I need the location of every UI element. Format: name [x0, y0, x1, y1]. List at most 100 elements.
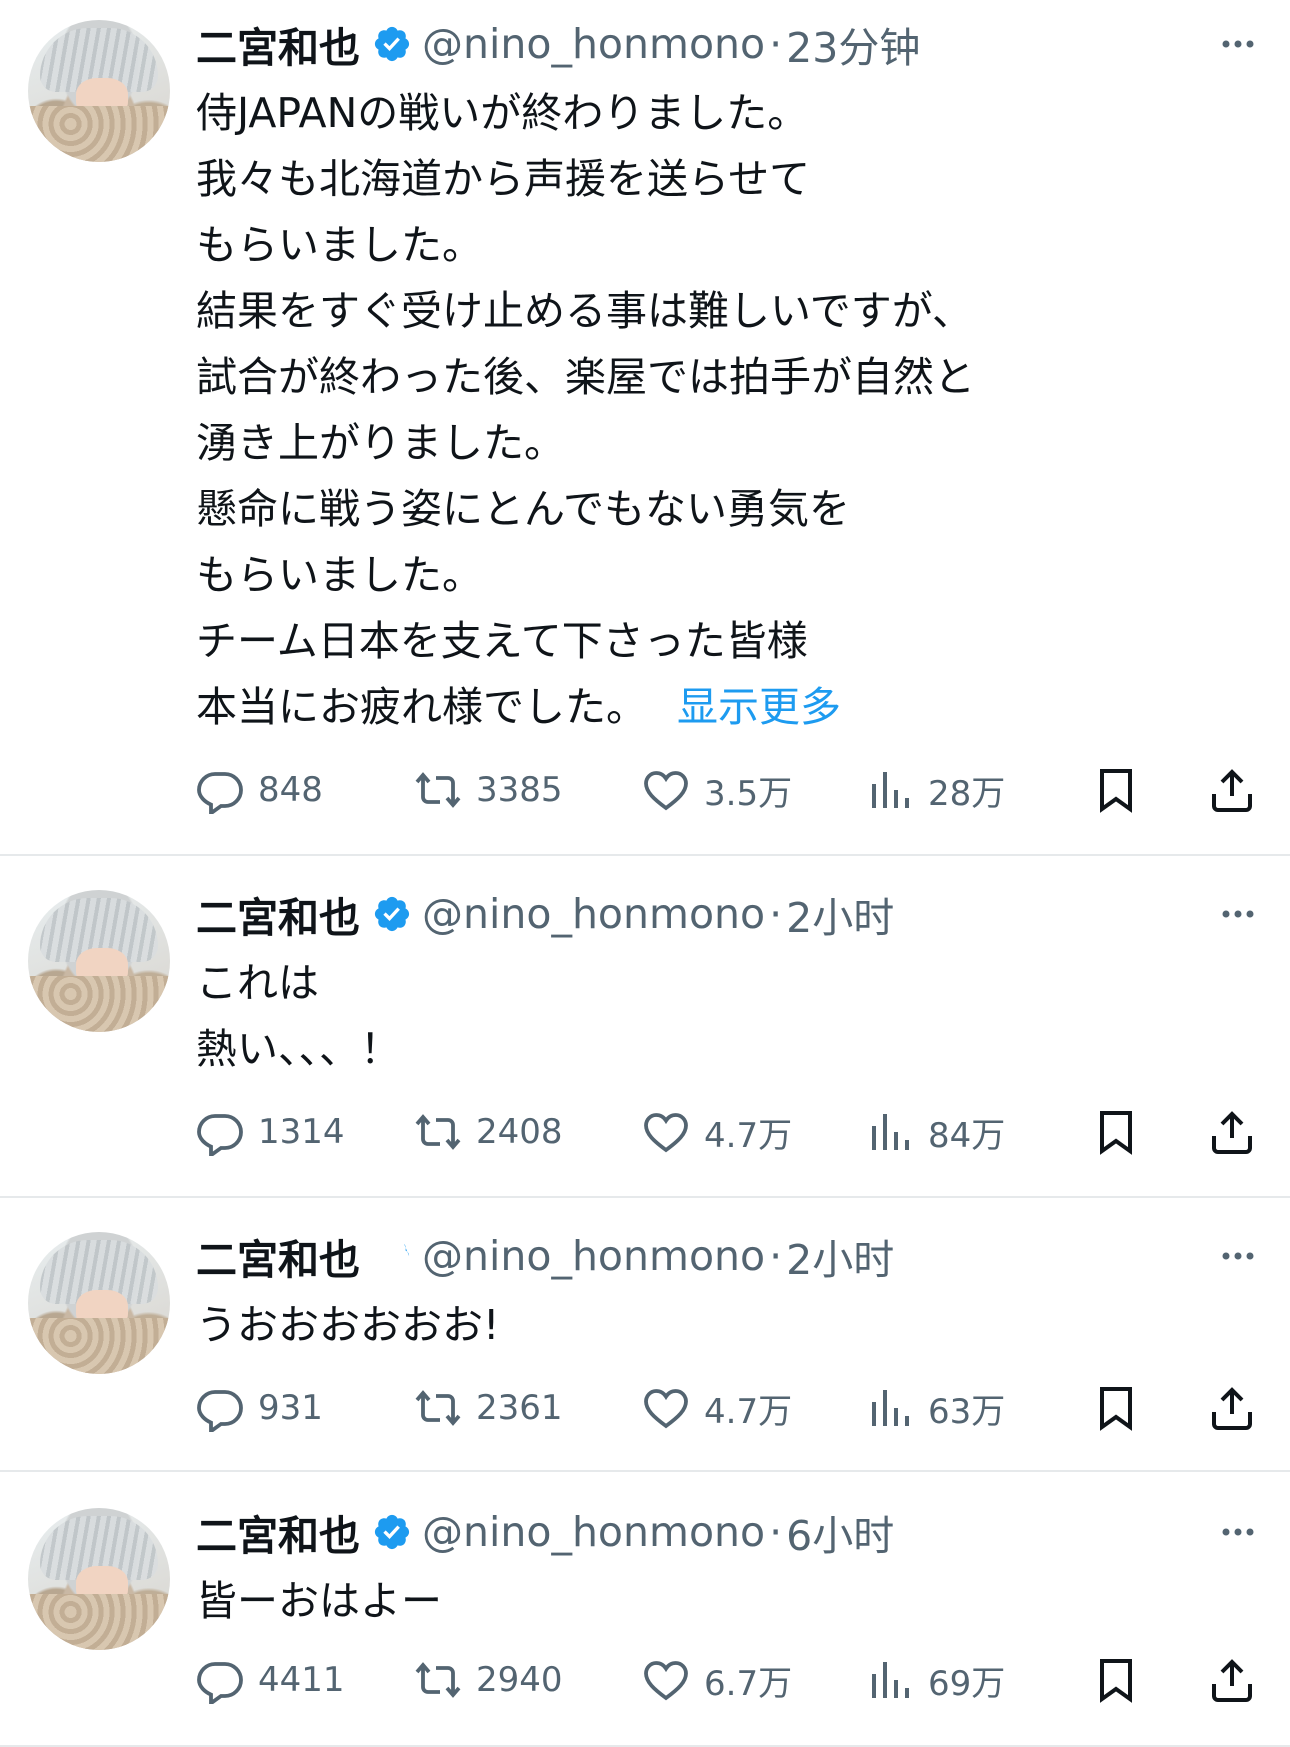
- tweet[interactable]: 二宮和也 @nino_honmono · 6小时 皆ーおはよー 4411 294…: [0, 1472, 1290, 1747]
- retweet-button[interactable]: 2940: [414, 1650, 563, 1710]
- separator-dot: ·: [769, 890, 783, 938]
- tweet-text-block: 侍JAPANの戦いが終わりました。 我々も北海道から声援を送らせて もらいました…: [196, 80, 975, 740]
- share-button[interactable]: [1208, 1378, 1256, 1438]
- avatar[interactable]: [28, 20, 170, 162]
- author-handle[interactable]: @nino_honmono: [422, 890, 765, 938]
- views-button[interactable]: 69万: [866, 1650, 1005, 1710]
- share-button[interactable]: [1208, 760, 1256, 820]
- share-icon: [1212, 1387, 1252, 1430]
- more-dots-icon[interactable]: [1214, 1512, 1262, 1552]
- tweet[interactable]: 二宮和也 @nino_honmono · 2小时 うおおおおおお! 931 23…: [0, 1198, 1290, 1472]
- reply-button[interactable]: 848: [196, 760, 323, 820]
- bookmark-icon: [1100, 769, 1132, 813]
- author-handle[interactable]: @nino_honmono: [422, 1232, 765, 1280]
- more-dots-icon[interactable]: [1214, 24, 1262, 64]
- share-icon: [1212, 769, 1252, 812]
- tweet-actions: 4411 2940 6.7万 69万: [196, 1650, 1256, 1710]
- timestamp[interactable]: 2小时: [786, 1226, 894, 1286]
- avatar[interactable]: [28, 890, 170, 1032]
- reply-button[interactable]: 931: [196, 1378, 323, 1438]
- verified-badge-icon: [374, 896, 410, 932]
- like-count: 4.7万: [704, 1115, 793, 1156]
- retweet-icon: [415, 1390, 461, 1426]
- author-name[interactable]: 二宮和也: [196, 884, 360, 944]
- heart-icon: [644, 1113, 688, 1153]
- retweet-count: 2361: [476, 1388, 563, 1428]
- bookmark-button[interactable]: [1092, 1102, 1140, 1162]
- reply-icon: [197, 1662, 243, 1704]
- views-button[interactable]: 28万: [866, 760, 1005, 820]
- views-count: 84万: [928, 1115, 1006, 1156]
- like-button[interactable]: 4.7万: [642, 1102, 792, 1162]
- share-button[interactable]: [1208, 1102, 1256, 1162]
- retweet-icon: [415, 772, 461, 808]
- timestamp[interactable]: 2小时: [786, 884, 894, 944]
- tweet-feed: 二宮和也 @nino_honmono · 23分钟 侍JAPANの戦いが終わりま…: [0, 0, 1290, 1747]
- avatar[interactable]: [28, 1232, 170, 1374]
- like-button[interactable]: 3.5万: [642, 760, 792, 820]
- retweet-icon: [415, 1662, 461, 1698]
- retweet-button[interactable]: 3385: [414, 760, 563, 820]
- heart-icon: [644, 1389, 688, 1429]
- tweet-actions: 931 2361 4.7万 63万: [196, 1378, 1256, 1438]
- tweet[interactable]: 二宮和也 @nino_honmono · 23分钟 侍JAPANの戦いが終わりま…: [0, 0, 1290, 856]
- like-button[interactable]: 4.7万: [642, 1378, 792, 1438]
- reply-count: 4411: [258, 1660, 345, 1700]
- views-icon: [872, 772, 909, 808]
- retweet-icon: [415, 1114, 461, 1150]
- tweet-text: 皆ーおはよー: [196, 1577, 442, 1625]
- bookmark-icon: [1100, 1111, 1132, 1155]
- more-dots-icon[interactable]: [1214, 894, 1262, 934]
- views-count: 63万: [928, 1391, 1006, 1432]
- tweet-text: うおおおおおお!: [196, 1301, 500, 1349]
- tweet[interactable]: 二宮和也 @nino_honmono · 2小时 これは 熱い、、、！ 1314…: [0, 856, 1290, 1198]
- author-name[interactable]: 二宮和也: [196, 1226, 360, 1286]
- retweet-button[interactable]: 2361: [414, 1378, 563, 1438]
- author-handle[interactable]: @nino_honmono: [422, 20, 765, 68]
- reply-button[interactable]: 4411: [196, 1650, 345, 1710]
- tweet-actions: 848 3385 3.5万 28万: [196, 760, 1256, 820]
- separator-dot: ·: [769, 1508, 783, 1556]
- share-icon: [1212, 1659, 1252, 1702]
- verified-badge-icon: [374, 26, 410, 62]
- like-count: 4.7万: [704, 1391, 793, 1432]
- verified-badge-icon: [374, 1514, 410, 1550]
- retweet-count: 2940: [476, 1660, 563, 1700]
- views-icon: [872, 1662, 909, 1698]
- views-icon: [872, 1390, 909, 1426]
- reply-icon: [197, 1390, 243, 1432]
- tweet-text: これは 熱い、、、！: [196, 959, 401, 1073]
- reply-button[interactable]: 1314: [196, 1102, 345, 1162]
- reply-icon: [197, 1114, 243, 1156]
- more-dots-icon[interactable]: [1214, 1236, 1262, 1276]
- bookmark-button[interactable]: [1092, 1378, 1140, 1438]
- retweet-count: 3385: [476, 770, 563, 810]
- timestamp[interactable]: 6小时: [786, 1502, 894, 1562]
- bookmark-icon: [1100, 1659, 1132, 1703]
- share-button[interactable]: [1208, 1650, 1256, 1710]
- bookmark-button[interactable]: [1092, 760, 1140, 820]
- views-button[interactable]: 63万: [866, 1378, 1005, 1438]
- like-count: 3.5万: [704, 773, 793, 814]
- timestamp[interactable]: 23分钟: [786, 14, 920, 74]
- reply-count: 848: [258, 770, 323, 810]
- avatar[interactable]: [28, 1508, 170, 1650]
- separator-dot: ·: [769, 1232, 783, 1280]
- tweet-text-block: うおおおおおお!: [196, 1292, 499, 1358]
- reply-icon: [197, 772, 243, 814]
- author-name[interactable]: 二宮和也: [196, 14, 360, 74]
- heart-icon: [644, 1661, 688, 1701]
- views-count: 69万: [928, 1663, 1006, 1704]
- heart-icon: [644, 771, 688, 811]
- bookmark-button[interactable]: [1092, 1650, 1140, 1710]
- retweet-button[interactable]: 2408: [414, 1102, 563, 1162]
- tweet-text-block: 皆ーおはよー: [196, 1568, 442, 1634]
- retweet-count: 2408: [476, 1112, 563, 1152]
- views-icon: [872, 1114, 909, 1150]
- author-handle[interactable]: @nino_honmono: [422, 1508, 765, 1556]
- author-name[interactable]: 二宮和也: [196, 1502, 360, 1562]
- share-icon: [1212, 1111, 1252, 1154]
- like-button[interactable]: 6.7万: [642, 1650, 792, 1710]
- views-button[interactable]: 84万: [866, 1102, 1005, 1162]
- show-more-link[interactable]: 显示更多: [677, 683, 841, 731]
